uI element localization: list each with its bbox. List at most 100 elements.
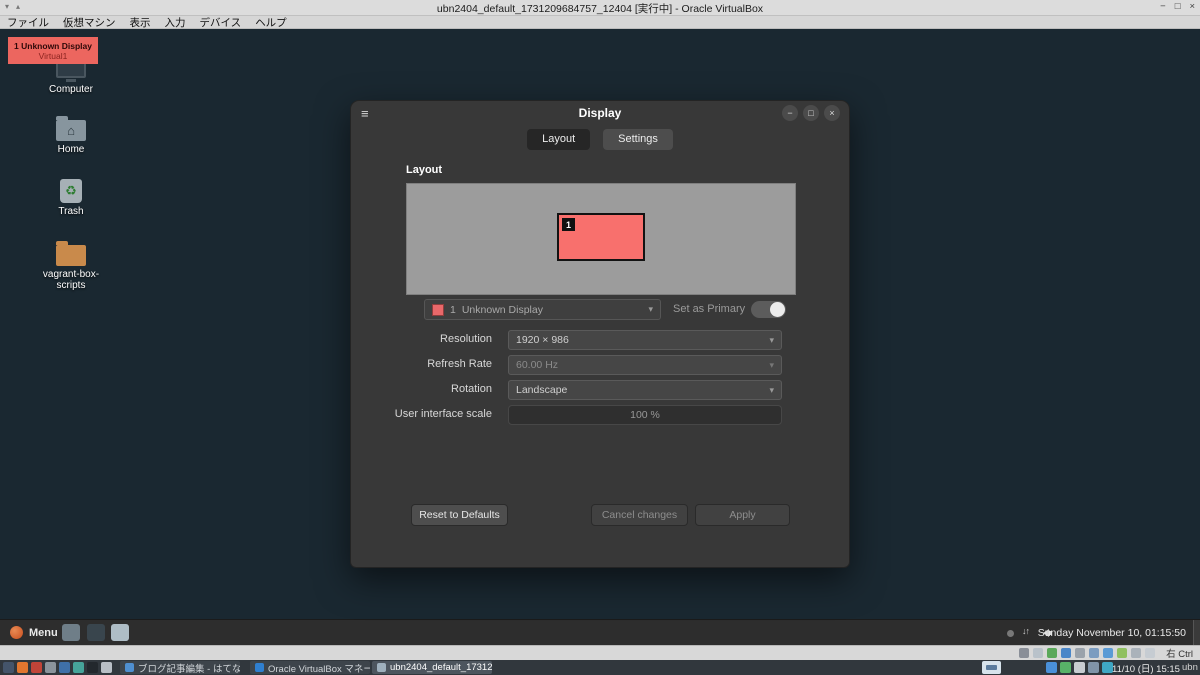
network-status-icon[interactable] [1061,648,1072,658]
menu-help[interactable]: ヘルプ [255,15,287,30]
settings-icon[interactable] [101,662,112,673]
folder-icon [56,241,86,266]
toggle-knob [770,302,785,317]
refresh-rate-row: Refresh Rate 60.00 Hz ▾ [351,355,782,375]
chevron-down-icon: ▾ [769,334,774,345]
layout-section-label: Layout [406,164,443,176]
monitor-select-dropdown[interactable]: 1 Unknown Display ▾ [424,299,661,320]
vbox-statusbar: 右 Ctrl [0,645,1200,660]
monitor-select-number: 1 [450,303,456,316]
taskbar-window-vm[interactable]: ubn2404_default_17312096... [372,661,492,674]
show-desktop-icon[interactable] [3,662,14,673]
menu-machine[interactable]: 仮想マシン [63,15,116,30]
tray-icon-1[interactable] [1046,662,1057,673]
taskbar-window-vbox-manager[interactable]: Oracle VirtualBox マネージ... [250,661,370,674]
menu-devices[interactable]: デバイス [200,15,242,30]
close-button[interactable]: × [1189,1,1195,12]
host-key-indicator: 右 Ctrl [1166,649,1193,660]
notification-icon[interactable] [1007,630,1014,637]
terminal-icon[interactable] [87,624,105,641]
vbox-menubar: ファイル 仮想マシン 表示 入力 デバイス ヘルプ [0,16,1200,29]
recording-status-icon[interactable] [1117,648,1128,658]
guest-panel: Menu ↓↑ Sunday November 10, 01:15:50 [0,619,1200,645]
guest-desktop[interactable]: 1 Unknown Display Virtual1 Computer ⌂ Ho… [0,29,1200,645]
resolution-dropdown[interactable]: 1920 × 986 ▾ [508,330,782,350]
dialog-minimize-button[interactable]: − [782,105,798,121]
ui-scale-control[interactable]: 100 % [508,405,782,425]
rotation-row: Rotation Landscape ▾ [351,380,782,400]
taskbar-window-blog[interactable]: ブログ記事編集 - はてなブロ... [120,661,240,674]
home-folder-icon: ⌂ [56,116,86,141]
menu-view[interactable]: 表示 [130,15,151,30]
resolution-label: Resolution [440,333,492,345]
chevron-down-icon: ▾ [769,384,774,395]
panel-menu-button[interactable]: Menu [0,620,68,645]
dialog-title: Display [578,106,622,120]
monitor-select-name: Unknown Display [461,303,543,316]
refresh-rate-dropdown[interactable]: 60.00 Hz ▾ [508,355,782,375]
tab-settings[interactable]: Settings [603,129,673,150]
network-icon[interactable]: ↓↑ [1022,626,1030,636]
chevron-down-icon: ▾ [769,359,774,370]
file-manager-icon[interactable] [62,624,80,641]
display-dialog: ≡ Display − □ × Layout Settings Layout 1… [350,100,850,568]
features-status-icon[interactable] [1131,648,1142,658]
minimize-button[interactable]: − [1160,1,1166,12]
dialog-close-button[interactable]: × [824,105,840,121]
virtualbox-icon [255,663,264,672]
apply-button[interactable]: Apply [695,504,790,526]
host-terminal-icon[interactable] [87,662,98,673]
show-desktop-button[interactable] [1193,620,1200,645]
reset-to-defaults-button[interactable]: Reset to Defaults [411,504,508,526]
menu-input[interactable]: 入力 [165,15,186,30]
resolution-row: Resolution 1920 × 986 ▾ [351,330,782,350]
editor-icon[interactable] [59,662,70,673]
mouse-integration-icon[interactable] [1145,648,1156,658]
display-identity-badge: 1 Unknown Display Virtual1 [8,37,98,64]
menu-file[interactable]: ファイル [7,15,49,30]
rotation-dropdown[interactable]: Landscape ▾ [508,380,782,400]
image-viewer-icon[interactable] [111,624,129,641]
tab-layout[interactable]: Layout [527,129,591,150]
display-status-icon[interactable] [1103,648,1114,658]
tray-icon-3[interactable] [1074,662,1085,673]
cancel-changes-button[interactable]: Cancel changes [591,504,688,526]
desktop-icon-home[interactable]: ⌂ Home [36,115,106,155]
vm-screen-icon [377,663,386,672]
desktop-icon-vagrant-box-scripts[interactable]: vagrant-box-scripts [36,240,106,291]
virtualbox-vm-window: ▾ ▴ ubn2404_default_1731209684757_12404 … [0,0,1200,675]
monitor-layout-preview[interactable]: 1 [406,183,796,295]
taskbar-overflow-window[interactable]: ubn [1182,660,1198,675]
host-taskbar: ブログ記事編集 - はてなブロ... Oracle VirtualBox マネー… [0,660,1200,675]
chat-icon[interactable] [73,662,84,673]
monitor-color-swatch [432,303,444,316]
badge-output-name: Virtual1 [38,50,68,61]
refresh-rate-label: Refresh Rate [427,358,492,370]
shared-folders-status-icon[interactable] [1089,648,1100,658]
badge-display-number: 1 [14,40,19,51]
distro-logo-icon [10,626,23,639]
chevron-down-icon: ▾ [648,304,653,314]
trash-icon: ♻ [60,179,82,203]
dialog-tabs: Layout Settings [351,129,849,150]
set-as-primary-toggle[interactable] [751,301,786,318]
firefox-icon[interactable] [17,662,28,673]
optical-status-icon[interactable] [1033,648,1044,658]
tray-icon-4[interactable] [1088,662,1099,673]
rotation-label: Rotation [451,383,492,395]
files-icon[interactable] [45,662,56,673]
maximize-button[interactable]: □ [1175,1,1181,12]
tray-icon-2[interactable] [1060,662,1071,673]
badge-display-name: Unknown Display [21,40,92,51]
guest-clock[interactable]: Sunday November 10, 01:15:50 [1038,620,1186,645]
input-method-icon[interactable] [982,661,1001,674]
browser-window-icon [125,663,134,672]
dialog-maximize-button[interactable]: □ [803,105,819,121]
desktop-icon-trash[interactable]: ♻ Trash [36,177,106,217]
monitor-thumbnail[interactable]: 1 [557,213,645,261]
mail-icon[interactable] [31,662,42,673]
hdd-status-icon[interactable] [1019,648,1030,658]
host-clock[interactable]: 11/10 (日) 15:15 [1112,660,1180,675]
usb-status-icon[interactable] [1075,648,1086,658]
audio-status-icon[interactable] [1047,648,1058,658]
